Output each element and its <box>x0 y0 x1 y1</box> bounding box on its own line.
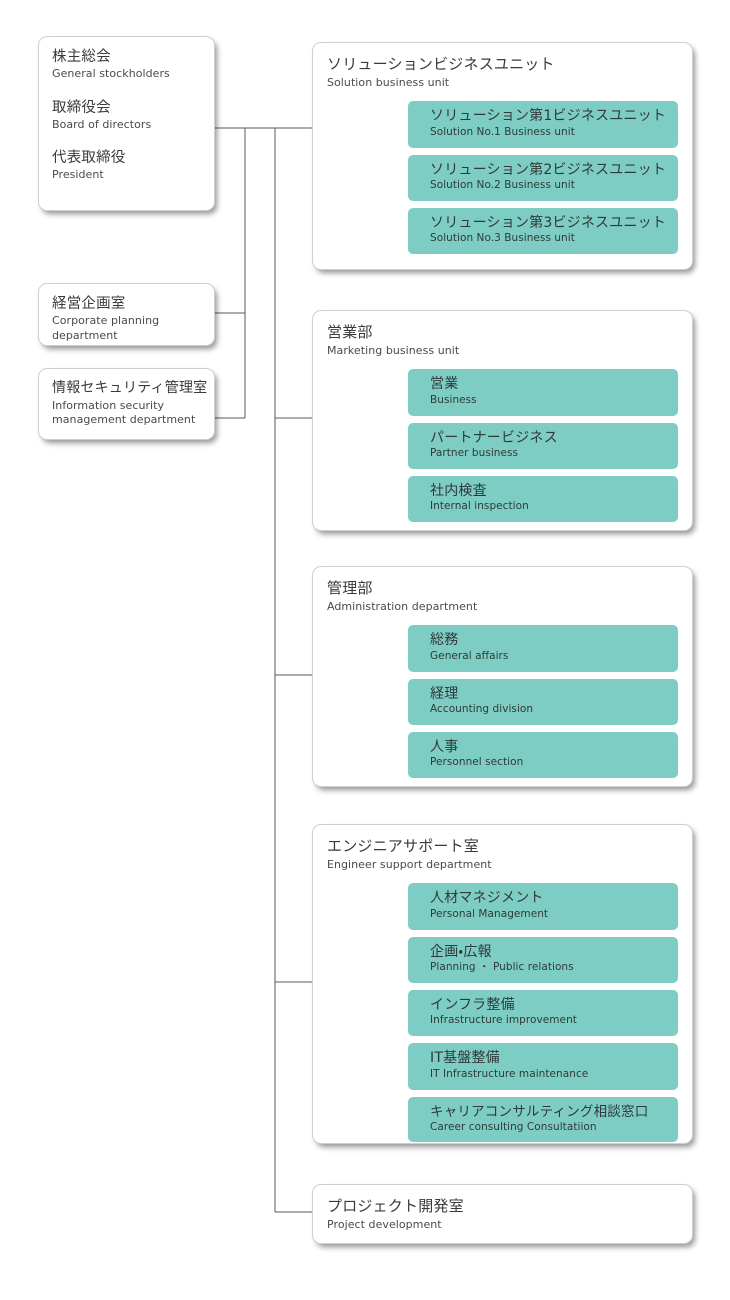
unit-pill[interactable]: 経理 Accounting division <box>408 678 678 725</box>
unit-title-en: Infrastructure improvement <box>430 1014 577 1027</box>
unit-pill[interactable]: 人材マネジメント Personal Management <box>408 883 678 930</box>
unit-title-en: General affairs <box>430 649 509 662</box>
department-header: 管理部 Administration department <box>327 579 678 614</box>
unit-pill[interactable]: 人事 Personnel section <box>408 731 678 779</box>
department-title-en: Engineer support department <box>327 857 492 871</box>
department-card-administration-department[interactable]: 管理部 Administration department 総務 General… <box>312 566 693 787</box>
unit-title-en: Personal Management <box>430 907 549 920</box>
governance-entry: 代表取締役 President <box>52 149 201 183</box>
governance-entry-en: Board of directors <box>52 117 152 131</box>
org-chart: 株主総会 General stockholders 取締役会 Board of … <box>0 0 730 1300</box>
governance-card[interactable]: 株主総会 General stockholders 取締役会 Board of … <box>38 36 215 211</box>
governance-entry: 取締役会 Board of directors <box>52 99 201 133</box>
unit-title-en: Business <box>430 393 477 406</box>
staff-office-title-en-line1: Information security <box>52 398 165 412</box>
unit-title-ja: 企画・広報 <box>430 943 492 960</box>
department-title-en: Solution business unit <box>327 75 450 89</box>
unit-title-ja: 社内検査 <box>430 482 487 499</box>
department-unit-list: 営業 Business パートナービジネス Partner business 社… <box>327 369 678 523</box>
unit-title-en: Career consulting Consultatiion <box>430 1120 597 1133</box>
department-title-ja: 営業部 <box>327 323 373 341</box>
staff-office-title-en-line2: management department <box>52 413 196 427</box>
department-title-ja: ソリューションビジネスユニット <box>327 55 555 73</box>
department-title-en: Marketing business unit <box>327 343 460 357</box>
unit-title-ja: パートナービジネス <box>430 429 558 446</box>
unit-pill[interactable]: インフラ整備 Infrastructure improvement <box>408 989 678 1037</box>
department-title-en: Administration department <box>327 599 478 613</box>
governance-entry-ja: 代表取締役 <box>52 150 126 167</box>
unit-title-ja: 総務 <box>430 632 459 649</box>
governance-entry-ja: 株主総会 <box>52 49 111 65</box>
department-title-ja: プロジェクト開発室 <box>327 1197 464 1215</box>
department-title-en: Project development <box>327 1217 442 1231</box>
unit-title-en: Accounting division <box>430 703 534 716</box>
unit-title-en: Internal inspection <box>430 500 529 513</box>
unit-title-ja: 経理 <box>430 685 459 702</box>
unit-title-ja: IT基盤整備 <box>430 1050 500 1067</box>
department-title-ja: 管理部 <box>327 579 373 597</box>
department-unit-list: 総務 General affairs 経理 Accounting divisio… <box>327 625 678 779</box>
unit-title-ja: インフラ整備 <box>430 996 515 1013</box>
unit-title-ja: 人材マネジメント <box>430 890 544 907</box>
unit-pill[interactable]: 企画・広報 Planning ・ Public relations <box>408 936 678 983</box>
unit-pill[interactable]: IT基盤整備 IT Infrastructure maintenance <box>408 1043 678 1090</box>
governance-entry-en: President <box>52 168 104 182</box>
unit-pill[interactable]: キャリアコンサルティング相談窓口 Career consulting Consu… <box>408 1096 678 1143</box>
unit-title-en: Planning ・ Public relations <box>430 961 574 974</box>
unit-title-en: Personnel section <box>430 756 524 769</box>
department-card-engineer-support-department[interactable]: エンジニアサポート室 Engineer support department 人… <box>312 824 693 1144</box>
governance-entry: 株主総会 General stockholders <box>52 48 201 82</box>
unit-title-ja: ソリューション第2ビジネスユニット <box>430 161 667 178</box>
unit-pill[interactable]: 社内検査 Internal inspection <box>408 475 678 523</box>
department-header: 営業部 Marketing business unit <box>327 323 678 358</box>
staff-office-title-en-line2: department <box>52 328 118 342</box>
department-header: プロジェクト開発室 Project development <box>327 1197 678 1232</box>
unit-title-en: Solution No.3 Business unit <box>430 232 575 245</box>
staff-office-card-corporate-planning[interactable]: 経営企画室 Corporate planning department <box>38 283 215 346</box>
unit-pill[interactable]: ソリューション第2ビジネスユニット Solution No.2 Business… <box>408 154 678 201</box>
department-title-ja: エンジニアサポート室 <box>327 837 480 855</box>
unit-title-en: IT Infrastructure maintenance <box>430 1067 589 1080</box>
unit-title-en: Solution No.2 Business unit <box>430 179 575 192</box>
unit-pill[interactable]: ソリューション第3ビジネスユニット Solution No.3 Business… <box>408 207 678 255</box>
unit-title-en: Partner business <box>430 447 519 460</box>
unit-title-ja: キャリアコンサルティング相談窓口 <box>430 1103 649 1120</box>
unit-title-ja: ソリューション第1ビジネスユニット <box>430 108 667 125</box>
department-card-solution-business-unit[interactable]: ソリューションビジネスユニット Solution business unit ソ… <box>312 42 693 270</box>
unit-pill[interactable]: 総務 General affairs <box>408 625 678 672</box>
unit-pill[interactable]: ソリューション第1ビジネスユニット Solution No.1 Business… <box>408 101 678 148</box>
department-card-marketing-business-unit[interactable]: 営業部 Marketing business unit 営業 Business … <box>312 310 693 531</box>
governance-entry-en: General stockholders <box>52 67 170 81</box>
department-unit-list: 人材マネジメント Personal Management 企画・広報 Plann… <box>327 883 678 1143</box>
unit-title-ja: 営業 <box>430 376 459 393</box>
governance-entry-ja: 取締役会 <box>52 99 111 116</box>
staff-office-title-ja: 経営企画室 <box>52 296 126 312</box>
unit-title-ja: 人事 <box>430 738 459 755</box>
staff-office-title-en-line1: Corporate planning <box>52 314 160 328</box>
unit-pill[interactable]: 営業 Business <box>408 369 678 416</box>
unit-title-en: Solution No.1 Business unit <box>430 125 575 138</box>
unit-title-ja: ソリューション第3ビジネスユニット <box>430 214 667 231</box>
unit-pill[interactable]: パートナービジネス Partner business <box>408 422 678 469</box>
department-unit-list: ソリューション第1ビジネスユニット Solution No.1 Business… <box>327 101 678 255</box>
department-header: エンジニアサポート室 Engineer support department <box>327 837 678 872</box>
department-header: ソリューションビジネスユニット Solution business unit <box>327 55 678 90</box>
department-card-project-development[interactable]: プロジェクト開発室 Project development <box>312 1184 693 1244</box>
staff-office-card-information-security[interactable]: 情報セキュリティ管理室 Information security managem… <box>38 368 215 440</box>
staff-office-title-ja: 情報セキュリティ管理室 <box>52 380 208 396</box>
